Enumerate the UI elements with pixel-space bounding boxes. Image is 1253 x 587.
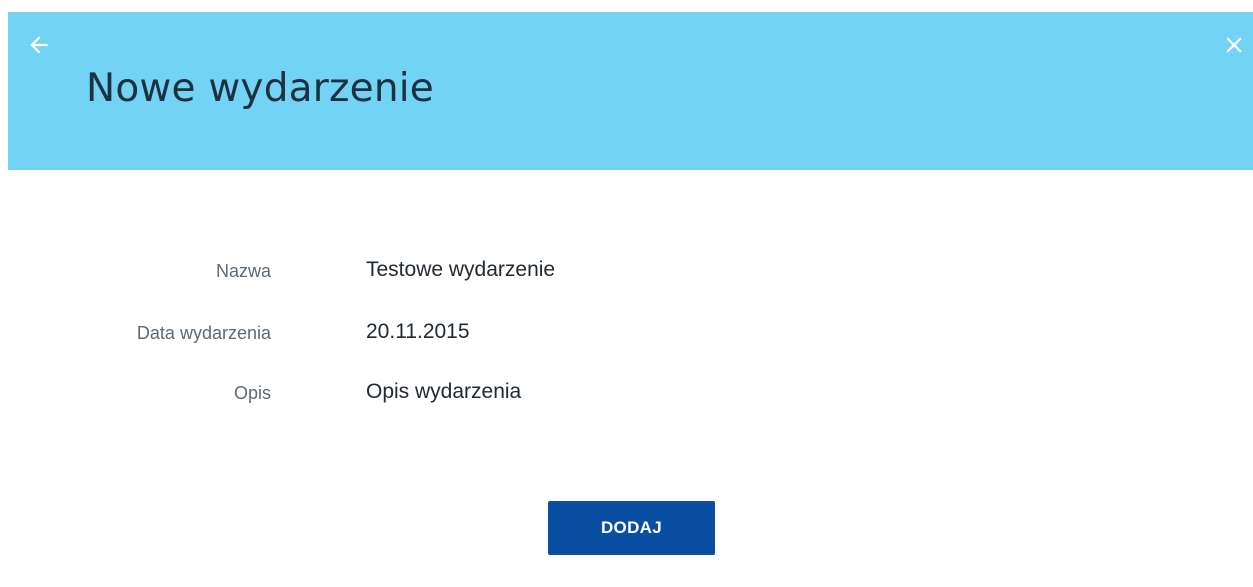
form-row-date: Data wydarzenia 20.11.2015 — [0, 318, 700, 348]
page-title: Nowe wydarzenie — [86, 66, 435, 111]
date-value: 20.11.2015 — [366, 320, 470, 343]
name-label: Nazwa — [215, 261, 271, 281]
close-button[interactable] — [1221, 32, 1247, 58]
name-value: Testowe wydarzenie — [366, 258, 556, 281]
date-label: Data wydarzenia — [136, 323, 271, 343]
description-label: Opis — [233, 383, 271, 403]
form-row-description: Opis Opis wydarzenia — [0, 378, 700, 408]
form-row-name: Nazwa Testowe wydarzenie — [0, 256, 700, 286]
close-icon — [1226, 37, 1242, 53]
header-bar: Nowe wydarzenie — [8, 12, 1253, 170]
arrow-left-icon — [30, 36, 48, 54]
add-button[interactable]: DODAJ — [548, 501, 715, 555]
description-value: Opis wydarzenia — [366, 380, 522, 403]
back-button[interactable] — [26, 32, 52, 58]
